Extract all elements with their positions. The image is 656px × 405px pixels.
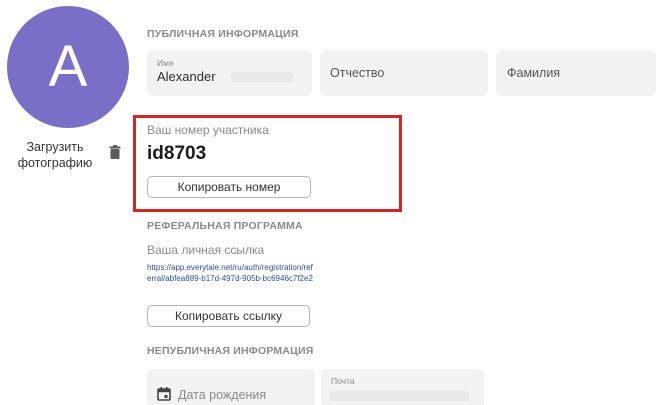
profile-page: A Загрузить фотографию ПУБЛИЧНАЯ ИНФОРМА… [0, 0, 656, 405]
avatar-letter: A [48, 34, 88, 99]
member-id-value: id8703 [147, 143, 207, 164]
referral-link[interactable]: https://app.everytale.net/ru/auth/regist… [147, 263, 317, 284]
referral-heading: РЕФЕРАЛЬНАЯ ПРОГРАММА [147, 220, 303, 232]
calendar-icon [157, 387, 171, 401]
email-label: Почта [331, 376, 355, 386]
patronymic-field[interactable]: Отчество [320, 50, 488, 96]
copy-number-button[interactable]: Копировать номер [147, 176, 311, 198]
private-info-heading: НЕПУБЛИЧНАЯ ИНФОРМАЦИЯ [147, 345, 314, 357]
first-name-label: Имя [157, 58, 174, 68]
avatar[interactable]: A [7, 6, 129, 128]
first-name-value: Alexander [157, 69, 216, 84]
birth-date-field[interactable]: Дата рождения [147, 369, 315, 405]
patronymic-placeholder: Отчество [330, 66, 385, 80]
trash-icon[interactable] [109, 145, 121, 159]
upload-photo-link[interactable]: Загрузить фотографию [8, 139, 102, 171]
member-id-label: Ваш номер участника [147, 123, 269, 137]
public-info-heading: ПУБЛИЧНАЯ ИНФОРМАЦИЯ [147, 28, 299, 40]
birth-date-placeholder: Дата рождения [178, 388, 267, 402]
referral-link-label: Ваша личная ссылка [147, 243, 265, 257]
surname-field[interactable]: Фамилия [496, 50, 656, 96]
first-name-field[interactable]: Имя Alexander [147, 50, 312, 96]
surname-placeholder: Фамилия [507, 66, 561, 80]
redacted-email [329, 391, 469, 401]
copy-link-button[interactable]: Копировать ссылку [147, 305, 310, 327]
email-field[interactable]: Почта [321, 369, 484, 405]
redacted-text [231, 72, 293, 82]
